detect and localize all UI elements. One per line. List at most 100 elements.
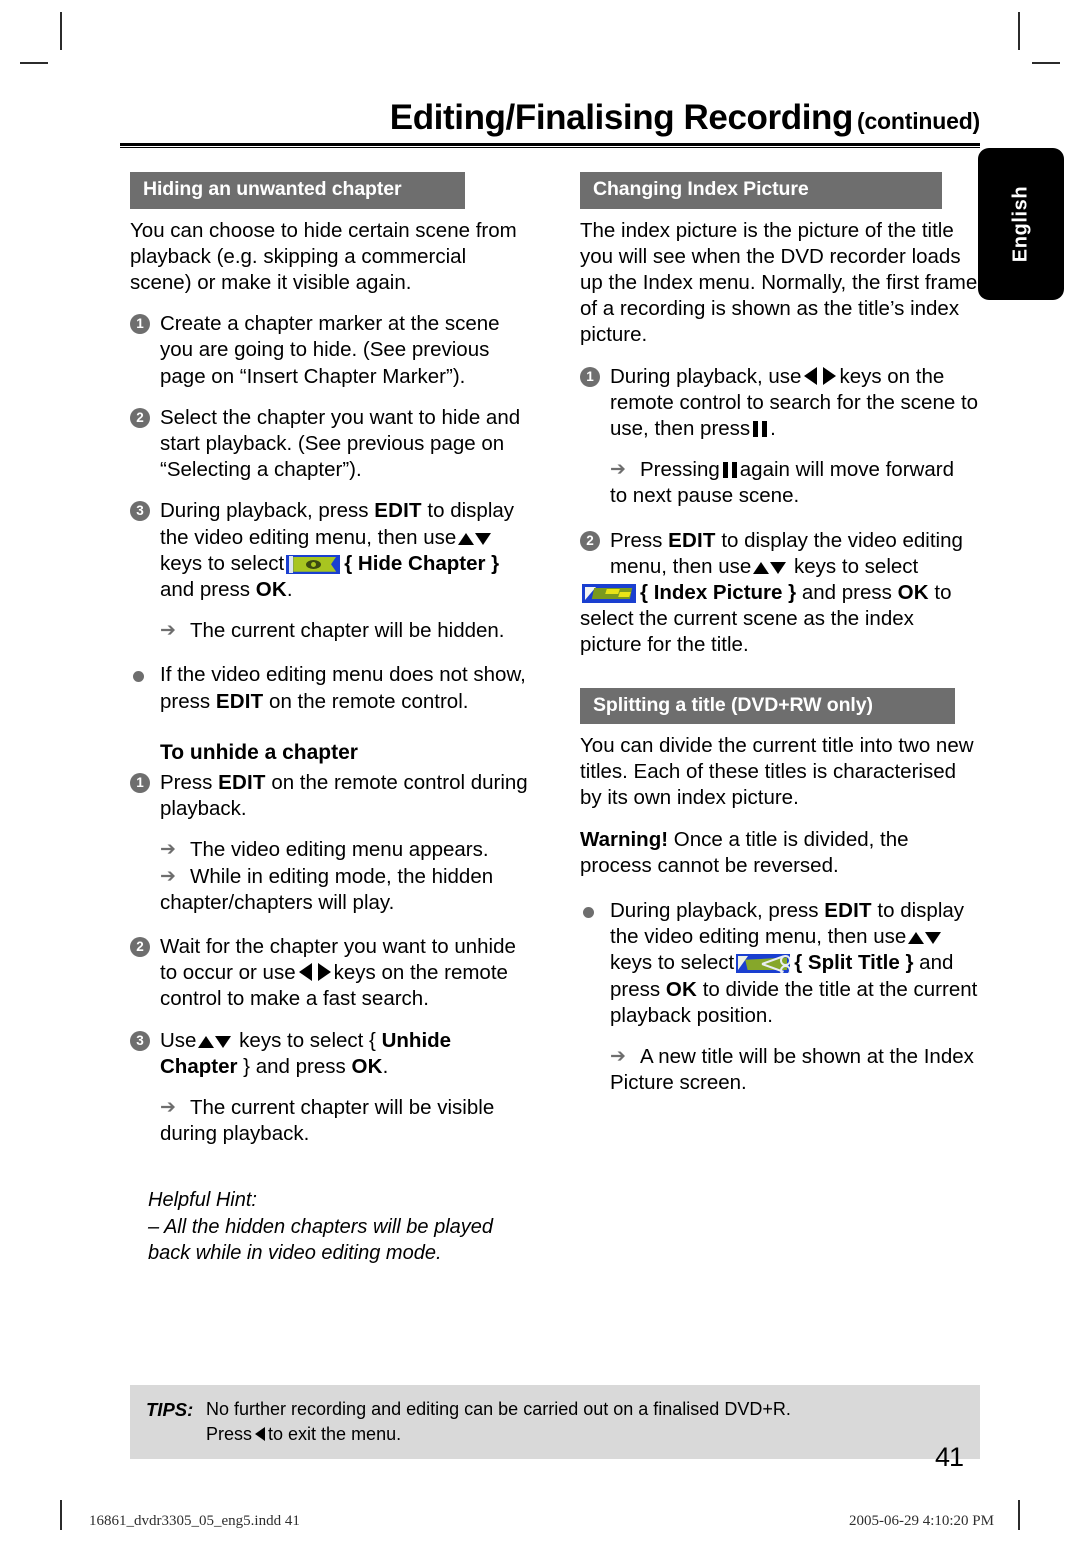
arrow-right-icon: ➔	[160, 620, 176, 642]
text-fragment: .	[286, 577, 293, 601]
hide-chapter-menu-icon	[286, 554, 341, 574]
left-bullet-editmenu: If the video editing menu does not show,…	[130, 662, 530, 714]
section-heading-changing-index-picture: Changing Index Picture	[580, 172, 942, 209]
text-fragment: Press	[206, 1424, 253, 1444]
step-number-badge: 2	[580, 530, 600, 551]
arrow-right-icon: ➔	[160, 1096, 176, 1118]
crop-mark-top-left-horizontal	[20, 62, 48, 64]
page-title-main: Editing/Finalising Recording	[389, 98, 854, 137]
language-tab-label: English	[1009, 185, 1032, 263]
crop-mark-top-right-horizontal	[1032, 62, 1060, 64]
manual-page: Editing/Finalising Recording (continued) …	[0, 0, 1080, 1558]
splitting-bullet-text: During playback, press EDIT to display t…	[610, 899, 977, 1027]
brace-open: {	[344, 551, 353, 575]
edit-key-label: EDIT	[824, 899, 872, 923]
language-tab: English	[978, 148, 1064, 300]
page-title-continued: (continued)	[857, 108, 980, 134]
menu-item-split-title: Split Title	[807, 951, 900, 975]
section-heading-splitting-a-title: Splitting a title (DVD+RW only)	[580, 687, 955, 725]
text-fragment: again will move forward	[739, 458, 954, 482]
right-step-1-text: During playback, use keys on the remote c…	[610, 365, 978, 440]
pause-icon	[722, 462, 737, 479]
right-intro-paragraph: The index picture is the picture of the …	[580, 218, 978, 347]
brace-open: {	[794, 951, 803, 975]
arrow-right-icon: ➔	[610, 1046, 626, 1068]
text-fragment: Press	[160, 770, 213, 794]
splitting-result-cont: Picture screen.	[610, 1071, 747, 1095]
ok-key-label: OK	[351, 1054, 383, 1078]
left-unhide-result-1: ➔ The video editing menu appears.	[160, 837, 530, 863]
left-step-1: 1 Create a chapter marker at the scene y…	[130, 311, 530, 390]
splitting-intro-paragraph: You can divide the current title into tw…	[580, 734, 974, 810]
left-unhide-result-2: ➔ While in editing mode, the hidden chap…	[160, 864, 530, 916]
pause-icon	[753, 420, 768, 437]
menu-item-index-picture: Index Picture	[653, 580, 783, 604]
left-unhide-step-3: 3 Use keys to select { Unhide Chapter } …	[130, 1028, 530, 1080]
ok-key-label: OK	[255, 577, 287, 601]
text-fragment: keys to select	[160, 551, 285, 575]
text-fragment: on the remote control.	[269, 689, 469, 713]
arrow-up-icon	[458, 532, 475, 545]
edit-key-label: EDIT	[668, 528, 716, 552]
helpful-hint-label: Helpful Hint:	[148, 1189, 257, 1212]
tips-line-1: No further recording and editing can be …	[206, 1399, 791, 1419]
ok-key-label: OK	[665, 977, 697, 1001]
arrow-left-icon	[298, 963, 312, 982]
left-intro-paragraph: You can choose to hide certain scene fro…	[130, 218, 517, 294]
right-step-1-result-cont: to next pause scene.	[610, 484, 800, 508]
arrow-right-icon: ➔	[160, 865, 176, 887]
edit-key-label: EDIT	[374, 499, 422, 523]
page-number: 41	[934, 1442, 964, 1472]
text-fragment: on the remote control during playback.	[160, 770, 528, 821]
splitting-result: ➔ A new title will be shown at the Index…	[610, 1044, 980, 1096]
step-number-badge: 1	[580, 366, 600, 387]
left-column: Hiding an unwanted chapter You can choos…	[130, 172, 530, 1266]
left-step-3: 3 During playback, press EDIT to display…	[130, 498, 530, 603]
text-fragment: keys to select	[794, 554, 919, 578]
brace-close: }	[788, 580, 797, 604]
right-step-1-result: ➔ Pressing again will move forward to nex…	[610, 457, 980, 509]
left-step-1-text: Create a chapter marker at the scene you…	[160, 312, 500, 388]
arrow-left-icon	[804, 366, 818, 385]
crop-mark-top-left-vertical	[60, 12, 62, 50]
arrow-down-icon	[925, 932, 942, 945]
left-unhide-step-1-text: Press EDIT on the remote control during …	[160, 771, 528, 820]
bullet-dot	[133, 671, 144, 683]
step-number-badge: 3	[130, 501, 150, 522]
text-fragment: Press	[610, 528, 663, 552]
left-unhide-step-3-result-cont: during playback.	[160, 1122, 310, 1146]
ok-key-label: OK	[897, 580, 929, 604]
right-column: Changing Index Picture The index picture…	[580, 172, 980, 1096]
text-fragment: During playback, press	[160, 499, 369, 523]
arrow-up-icon	[908, 932, 925, 945]
left-unhide-step-2-text: Wait for the chapter you want to unhide …	[160, 935, 516, 1010]
text-fragment: to exit the menu.	[268, 1424, 402, 1444]
edit-key-label: EDIT	[215, 689, 264, 713]
splitting-result-text: A new title will be shown at the Index	[640, 1045, 974, 1069]
text-fragment: } and press	[243, 1054, 346, 1078]
arrow-right-nav-icon	[823, 366, 837, 385]
warning-paragraph: Warning! Once a title is divided, the pr…	[580, 827, 980, 879]
text-fragment: During playback, use	[610, 364, 802, 388]
brace-open: {	[640, 580, 648, 604]
step-number-badge: 2	[130, 407, 150, 428]
text-fragment: and press	[801, 580, 892, 604]
right-step-2-line3: { Index Picture } and press OK to select…	[580, 580, 980, 659]
brace-close: }	[905, 951, 914, 975]
imprint-filename: 16861_dvdr3305_05_eng5.indd 41	[89, 1513, 300, 1529]
arrow-down-icon	[215, 1035, 232, 1048]
left-bullet-editmenu-text: If the video editing menu does not show,…	[160, 663, 526, 712]
tips-label: TIPS:	[146, 1399, 194, 1420]
step-number-badge: 2	[130, 936, 150, 957]
text-fragment: and press	[160, 577, 251, 601]
right-step-1: 1 During playback, use keys on the remote…	[580, 364, 980, 443]
arrow-up-icon	[198, 1035, 215, 1048]
left-unhide-step-3-result-text: The current chapter will be visible	[190, 1095, 495, 1119]
tips-content: TIPS: No further recording and editing c…	[130, 1397, 980, 1447]
left-unhide-result-1-text: The video editing menu appears.	[190, 838, 489, 862]
split-title-menu-icon	[736, 954, 791, 974]
brace-close: }	[491, 551, 500, 575]
crop-mark-bottom-right-vertical	[1018, 1500, 1020, 1530]
warning-label: Warning!	[580, 827, 669, 851]
text-fragment: .	[382, 1054, 389, 1078]
